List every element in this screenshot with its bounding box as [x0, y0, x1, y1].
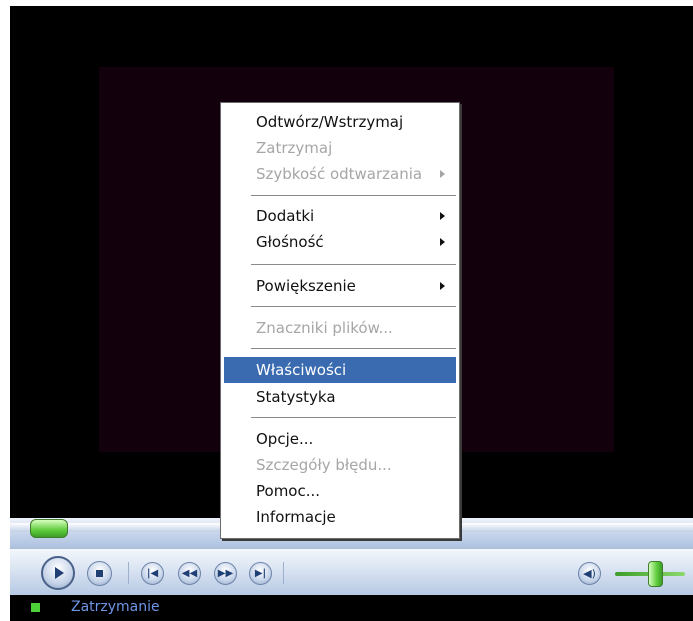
- menu-separator: [251, 264, 456, 265]
- stop-button[interactable]: [87, 561, 112, 586]
- menu-item-label: Powiększenie: [256, 277, 356, 295]
- status-indicator-icon: [31, 603, 40, 612]
- menu-item-help[interactable]: Pomoc...: [224, 478, 456, 504]
- rewind-icon: ◀◀: [181, 568, 198, 579]
- menu-item-label: Dodatki: [256, 207, 315, 225]
- menu-item-options[interactable]: Opcje...: [224, 426, 456, 452]
- play-icon: [55, 567, 64, 579]
- context-menu: Odtwórz/Wstrzymaj Zatrzymaj Szybkość odt…: [220, 102, 460, 539]
- next-button[interactable]: ▶|: [249, 562, 272, 585]
- menu-item-file-markers[interactable]: Znaczniki plików...: [224, 315, 456, 341]
- seek-thumb[interactable]: [30, 519, 68, 538]
- menu-item-label: Pomoc...: [256, 482, 321, 500]
- menu-item-about[interactable]: Informacje: [224, 504, 456, 530]
- menu-item-playback-speed[interactable]: Szybkość odtwarzania: [224, 161, 456, 187]
- submenu-arrow-icon: [440, 238, 445, 246]
- menu-item-label: Głośność: [256, 233, 324, 251]
- menu-item-label: Statystyka: [256, 388, 336, 406]
- divider: [283, 562, 284, 584]
- menu-item-label: Odtwórz/Wstrzymaj: [256, 113, 404, 131]
- previous-button[interactable]: |◀: [141, 562, 164, 585]
- menu-separator: [251, 348, 456, 349]
- status-bar: Zatrzymanie: [10, 595, 693, 621]
- menu-separator: [251, 417, 456, 418]
- menu-item-label: Szybkość odtwarzania: [256, 165, 423, 183]
- menu-item-label: Zatrzymaj: [256, 139, 333, 157]
- divider: [128, 562, 129, 584]
- submenu-arrow-icon: [440, 282, 445, 290]
- control-bar: |◀ ◀◀ ▶▶ ▶| ◀): [10, 548, 693, 596]
- menu-item-play-pause[interactable]: Odtwórz/Wstrzymaj: [224, 109, 456, 135]
- stop-icon: [96, 570, 103, 577]
- menu-item-label: Szczegóły błędu...: [256, 456, 392, 474]
- mute-button[interactable]: ◀): [578, 562, 601, 585]
- menu-item-stop[interactable]: Zatrzymaj: [224, 135, 456, 161]
- menu-item-zoom[interactable]: Powiększenie: [224, 273, 456, 299]
- menu-item-properties[interactable]: Właściwości: [224, 357, 456, 383]
- menu-item-label: Opcje...: [256, 430, 314, 448]
- play-button[interactable]: [41, 556, 75, 590]
- menu-item-label: Znaczniki plików...: [256, 319, 393, 337]
- volume-slider-thumb[interactable]: [648, 561, 663, 587]
- menu-item-error-details[interactable]: Szczegóły błędu...: [224, 452, 456, 478]
- speaker-icon: ◀): [583, 567, 596, 580]
- submenu-arrow-icon: [440, 170, 445, 178]
- menu-item-label: Informacje: [256, 508, 336, 526]
- submenu-arrow-icon: [440, 212, 445, 220]
- previous-icon: |◀: [146, 568, 159, 579]
- menu-separator: [251, 306, 456, 307]
- fast-forward-icon: ▶▶: [217, 568, 234, 579]
- menu-separator: [251, 195, 456, 196]
- menu-item-plugins[interactable]: Dodatki: [224, 203, 456, 229]
- next-icon: ▶|: [254, 568, 267, 579]
- status-text: Zatrzymanie: [71, 599, 160, 615]
- rewind-button[interactable]: ◀◀: [178, 562, 201, 585]
- menu-item-label: Właściwości: [256, 361, 347, 379]
- fast-forward-button[interactable]: ▶▶: [214, 562, 237, 585]
- menu-item-volume[interactable]: Głośność: [224, 229, 456, 255]
- menu-item-statistics[interactable]: Statystyka: [224, 384, 456, 410]
